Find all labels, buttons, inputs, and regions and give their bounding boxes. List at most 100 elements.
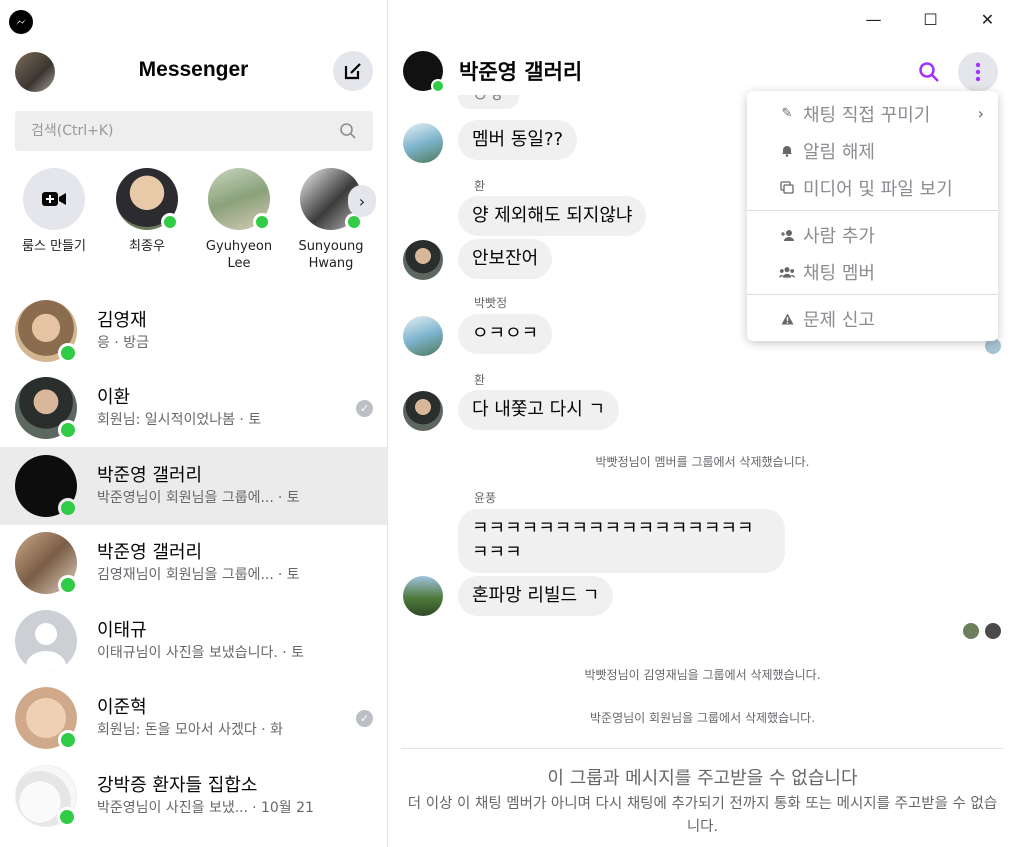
- maximize-button[interactable]: ☐: [902, 8, 959, 30]
- avatar: [15, 532, 78, 596]
- chat-time: · 토: [277, 489, 300, 506]
- chat-list-item[interactable]: 강박증 환자들 집합소 박준영님이 사진을 보냈... · 10월 21: [0, 757, 387, 835]
- group-icon: [779, 264, 795, 280]
- chat-list-item-active[interactable]: 박준영 갤러리 박준영님이 회원님을 그룹에... · 토: [0, 447, 387, 525]
- chat-name: 김영재: [97, 309, 147, 331]
- search-input[interactable]: [31, 123, 339, 139]
- seen-check-icon: ✓: [356, 709, 373, 727]
- search-icon: [340, 123, 356, 139]
- chat-name: 이환: [97, 387, 131, 409]
- divider: [401, 748, 1004, 749]
- sender-avatar[interactable]: [403, 576, 443, 616]
- sidebar: Messenger 룸스 만들기 최종우 Gyuhyeon Lee Sunyou…: [0, 0, 388, 847]
- online-indicator: [58, 730, 78, 751]
- menu-divider: [747, 210, 998, 211]
- menu-item-add-people[interactable]: 사람 추가: [747, 216, 998, 253]
- close-button[interactable]: ✕: [959, 8, 1016, 30]
- menu-item-media[interactable]: 미디어 및 파일 보기: [747, 169, 998, 206]
- warning-icon: [779, 311, 795, 327]
- chat-name: 이태규: [97, 619, 147, 641]
- search-box[interactable]: [15, 111, 373, 151]
- story-label: Gyuhyeon Lee: [205, 239, 273, 271]
- chat-preview: 박준영님이 회원님을 그룹에...: [97, 489, 274, 506]
- system-message: 박빳정님이 김영재님을 그룹에서 삭제했습니다.: [584, 668, 821, 682]
- menu-item-customize[interactable]: ✎ 채팅 직접 꾸미기 ›: [747, 95, 998, 132]
- message-bubble: ㅇㅋㅇㅋ: [458, 314, 553, 354]
- chat-time: · 10월 21: [252, 799, 314, 816]
- avatar: [208, 168, 271, 231]
- add-person-icon: [779, 227, 795, 243]
- avatar: [15, 299, 78, 363]
- video-add-icon: [23, 168, 85, 230]
- online-indicator: [58, 420, 78, 441]
- story-label: 최종우: [129, 239, 165, 254]
- sender-name: 박빳정: [474, 296, 508, 310]
- message-bubble: 멤버 동일??: [458, 120, 578, 160]
- app-title: Messenger: [138, 58, 249, 81]
- chat-name: 강박증 환자들 집합소: [97, 774, 258, 796]
- chat-name: 박준영 갤러리: [97, 542, 203, 564]
- stories-next-button[interactable]: ›: [348, 185, 376, 217]
- message-bubble: ㅇㅎ: [458, 95, 520, 109]
- chat-list-item[interactable]: 이준혁 회원님: 돈을 모아서 사겠다 · 화 ✓: [0, 680, 387, 758]
- online-indicator: [58, 342, 78, 363]
- online-indicator: [253, 213, 271, 231]
- conversation-title[interactable]: 박준영 갤러리: [459, 56, 582, 86]
- conversation-avatar[interactable]: [403, 51, 445, 93]
- sender-name: 윤풍: [474, 491, 497, 505]
- sender-avatar[interactable]: [403, 316, 443, 356]
- chat-list-item[interactable]: 이환 회원님: 일시적이었나봄 · 토 ✓: [0, 370, 387, 448]
- menu-item-report[interactable]: 문제 신고: [747, 300, 998, 337]
- more-options-button[interactable]: [958, 52, 998, 92]
- chat-preview: 이태규님이 사진을 보냈습니다. · 토: [97, 644, 305, 661]
- pencil-icon: ✎: [781, 106, 793, 121]
- create-room-button[interactable]: 룸스 만들기: [14, 168, 94, 255]
- chat-name: 이준혁: [97, 697, 147, 719]
- message-bubble: 안보잔어: [458, 239, 553, 279]
- menu-item-unmute[interactable]: 알림 해제: [747, 132, 998, 169]
- bell-icon: [779, 143, 795, 159]
- read-receipt-avatar: [985, 623, 1001, 639]
- chat-preview: 박준영님이 사진을 보냈...: [97, 799, 249, 816]
- sender-avatar[interactable]: [403, 240, 443, 280]
- avatar: [15, 454, 78, 518]
- sender-avatar[interactable]: [403, 123, 443, 163]
- chat-list-item[interactable]: 박준영 갤러리 김영재님이 회원님을 그룹에... · 토: [0, 525, 387, 603]
- new-message-button[interactable]: [333, 51, 373, 91]
- chevron-right-icon: ›: [358, 191, 366, 211]
- chat-time: · 토: [277, 567, 300, 584]
- sender-avatar[interactable]: [403, 391, 443, 431]
- message-line: ㅋㅋㅋ: [472, 542, 522, 563]
- message-bubble: ㅋㅋㅋㅋㅋㅋㅋㅋㅋㅋㅋㅋㅋㅋㅋㅋㅋ ㅋㅋㅋ: [458, 509, 785, 573]
- avatar: [116, 168, 179, 231]
- search-icon: [919, 62, 939, 82]
- message-bubble: 혼파망 리빌드 ㄱ: [458, 576, 614, 616]
- chat-list-item[interactable]: 이태규 이태규님이 사진을 보냈습니다. · 토: [0, 602, 387, 680]
- menu-item-label: 채팅 멤버: [803, 262, 875, 284]
- conversation-options-menu: ✎ 채팅 직접 꾸미기 › 알림 해제 미디어 및 파일 보기 사람 추가 채팅…: [747, 91, 998, 341]
- seen-check-icon: ✓: [356, 399, 373, 417]
- story-label: Sunyoung Hwang: [298, 239, 364, 271]
- menu-item-members[interactable]: 채팅 멤버: [747, 253, 998, 290]
- chevron-right-icon: ›: [977, 104, 984, 123]
- chat-name: 박준영 갤러리: [97, 464, 203, 486]
- menu-divider: [747, 294, 998, 295]
- menu-item-label: 사람 추가: [803, 225, 875, 247]
- story-item[interactable]: Sunyoung Hwang: [291, 168, 371, 272]
- story-item[interactable]: 최종우: [107, 168, 187, 255]
- message-line: ㅋㅋㅋㅋㅋㅋㅋㅋㅋㅋㅋㅋㅋㅋㅋㅋㅋ: [472, 518, 754, 539]
- avatar: [15, 377, 78, 441]
- chat-list: 김영재 응 · 방금 이환 회원님: 일시적이었나봄 · 토 ✓ 박준영 갤러리…: [0, 292, 387, 835]
- online-indicator: [58, 497, 78, 518]
- avatar: [15, 764, 77, 827]
- chat-list-item[interactable]: 김영재 응 · 방금: [0, 292, 387, 370]
- sender-name: 환: [474, 179, 486, 193]
- system-message: 박준영님이 회원님을 그룹에서 삭제했습니다.: [589, 711, 816, 725]
- system-message: 박빳정님이 멤버를 그룹에서 삭제했습니다.: [595, 455, 810, 469]
- default-avatar-icon: [15, 609, 77, 672]
- minimize-button[interactable]: —: [845, 8, 902, 30]
- story-item[interactable]: Gyuhyeon Lee: [199, 168, 279, 272]
- media-icon: [779, 180, 795, 196]
- window-controls: — ☐ ✕: [845, 8, 1016, 30]
- search-in-conversation-button[interactable]: [915, 58, 943, 86]
